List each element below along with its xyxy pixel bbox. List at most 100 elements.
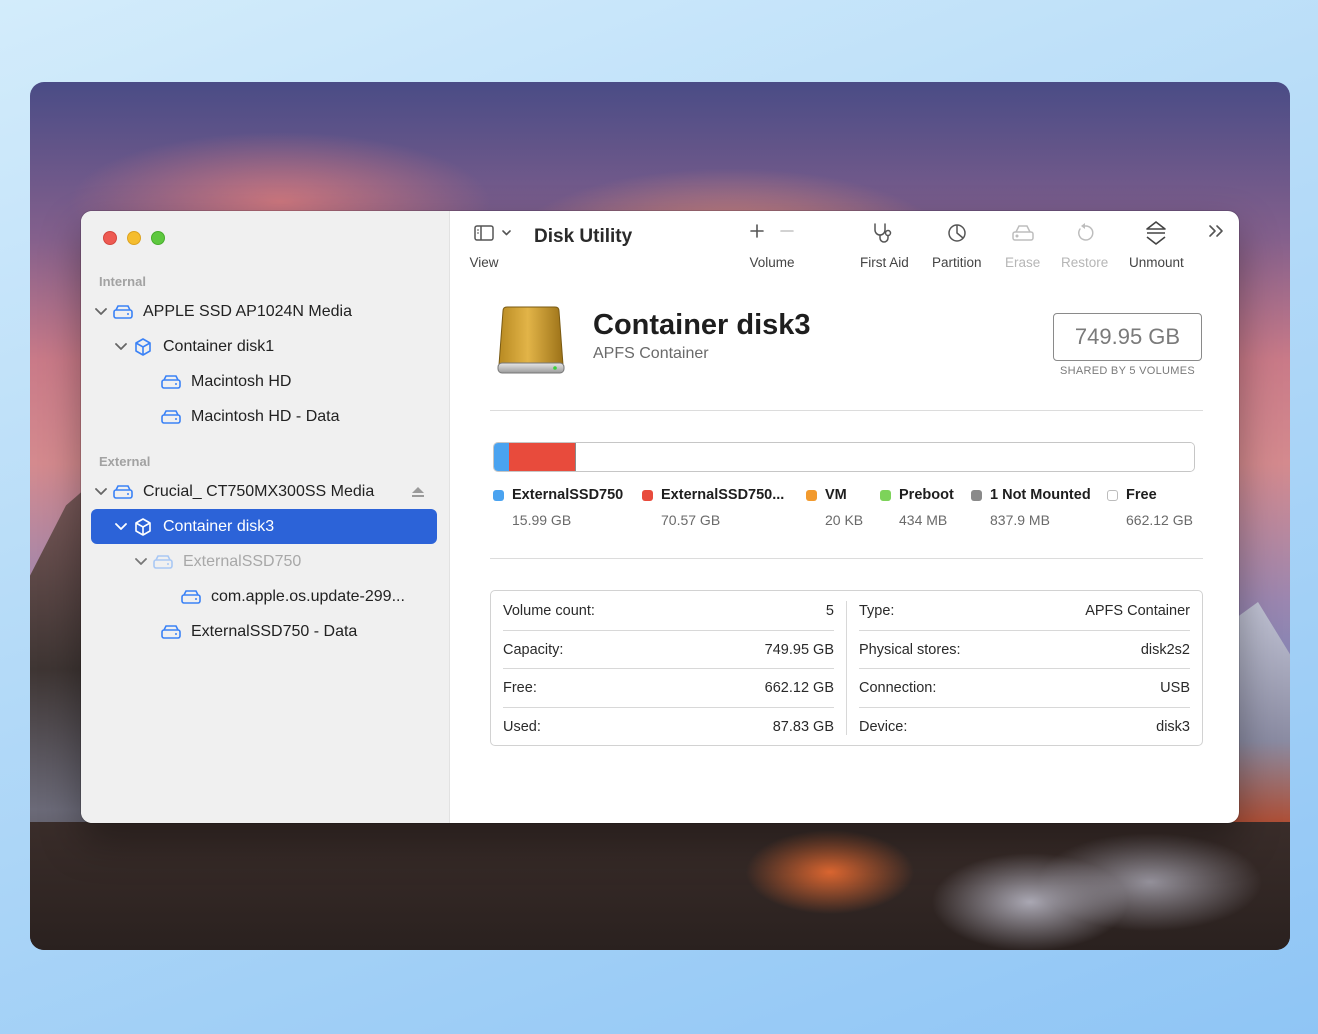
legend-value: 434 MB (899, 512, 948, 528)
add-volume-icon[interactable] (749, 223, 765, 244)
legend-item: ExternalSSD750 15.99 GB (493, 487, 623, 528)
chevron-down-icon[interactable] (131, 557, 151, 566)
container-icon (131, 337, 155, 357)
legend-item: Preboot 434 MB (880, 487, 954, 528)
sidebar-item-snapshot[interactable]: com.apple.os.update-299... (91, 579, 437, 614)
first-aid-button[interactable]: First Aid (860, 221, 909, 270)
info-label: Volume count: (503, 603, 595, 619)
sidebar-item-apple-ssd[interactable]: APPLE SSD AP1024N Media (91, 294, 437, 329)
info-row-connection: Connection: USB (859, 669, 1190, 707)
drive-icon (111, 482, 135, 502)
more-toolbar-items-icon[interactable] (1207, 223, 1225, 244)
legend-item: Free 662.12 GB (1107, 487, 1193, 528)
legend-swatch (1107, 489, 1118, 501)
info-label: Used: (503, 719, 541, 735)
usage-segment (576, 443, 1194, 471)
legend-swatch (971, 489, 982, 501)
sidebar: Internal APPLE SSD AP1024N Media Contain… (81, 211, 450, 823)
sidebar-item-label: Macintosh HD - Data (191, 407, 340, 425)
sidebar-item-externalssd750-data[interactable]: ExternalSSD750 - Data (91, 614, 437, 649)
eject-icon[interactable] (411, 485, 425, 503)
info-row-free: Free: 662.12 GB (503, 669, 834, 707)
legend-item: ExternalSSD750... 70.57 GB (642, 487, 784, 528)
sidebar-item-macintosh-hd[interactable]: Macintosh HD (91, 364, 437, 399)
section-label-external: External (99, 454, 151, 469)
usage-segment (494, 443, 509, 471)
info-row-capacity: Capacity: 749.95 GB (503, 631, 834, 669)
wallpaper-mountain-bottom (30, 822, 1290, 950)
legend-item: VM 20 KB (806, 487, 863, 528)
legend-name: ExternalSSD750 (512, 487, 624, 503)
info-label: Device: (859, 719, 908, 735)
unmount-label: Unmount (1129, 255, 1184, 270)
sidebar-item-externalssd750[interactable]: ExternalSSD750 (91, 544, 437, 579)
info-row-used: Used: 87.83 GB (503, 708, 834, 746)
sidebar-item-container-disk1[interactable]: Container disk1 (91, 329, 437, 364)
sidebar-item-container-disk3[interactable]: Container disk3 (91, 509, 437, 544)
drive-icon (179, 587, 203, 607)
capacity-box: 749.95 GB (1053, 313, 1202, 361)
info-label: Physical stores: (859, 642, 961, 658)
drive-icon (151, 552, 175, 572)
info-label: Connection: (859, 680, 937, 696)
drive-icon (159, 622, 183, 642)
external-disk-icon (493, 303, 569, 384)
legend-value: 662.12 GB (1126, 512, 1193, 528)
view-button[interactable]: View (469, 221, 513, 270)
info-value: disk3 (1156, 719, 1190, 735)
restore-button[interactable]: Restore (1061, 221, 1108, 270)
pie-chart-icon (946, 221, 968, 245)
info-label: Type: (859, 603, 895, 619)
sidebar-item-label: Macintosh HD (191, 372, 292, 390)
info-row-type: Type: APFS Container (859, 592, 1190, 630)
section-label-internal: Internal (99, 274, 146, 289)
zoom-button[interactable] (151, 231, 165, 245)
usage-bar (493, 442, 1195, 472)
shared-note: SHARED BY 5 VOLUMES (1059, 365, 1196, 377)
info-value: USB (1160, 680, 1190, 696)
sidebar-item-label: com.apple.os.update-299... (211, 587, 405, 605)
erase-icon (1011, 221, 1035, 245)
info-value: 87.83 GB (772, 719, 834, 735)
remove-volume-icon[interactable] (779, 223, 795, 244)
erase-button[interactable]: Erase (1005, 221, 1040, 270)
legend-value: 70.57 GB (661, 512, 721, 528)
legend-swatch (806, 489, 817, 501)
close-button[interactable] (103, 231, 117, 245)
sidebar-item-crucial-ssd[interactable]: Crucial_ CT750MX300SS Media (91, 474, 437, 509)
stethoscope-icon (872, 221, 896, 245)
restore-label: Restore (1061, 255, 1109, 270)
legend-name: Preboot (899, 487, 954, 503)
chevron-down-icon[interactable] (111, 522, 131, 531)
volume-button-group: Volume (749, 221, 795, 270)
legend-value: 15.99 GB (512, 512, 572, 528)
chevron-down-icon[interactable] (111, 342, 131, 351)
sidebar-toggle-icon (473, 221, 513, 245)
disk-utility-window: Internal APPLE SSD AP1024N Media Contain… (81, 211, 1239, 823)
app-title: Disk Utility (534, 226, 633, 247)
divider (490, 558, 1203, 559)
sidebar-item-label: Container disk3 (163, 517, 275, 535)
legend-name: VM (825, 487, 847, 503)
first-aid-label: First Aid (860, 255, 909, 270)
partition-button[interactable]: Partition (932, 221, 982, 270)
drive-icon (111, 302, 135, 322)
drive-icon (159, 407, 183, 427)
chevron-down-icon[interactable] (91, 487, 111, 496)
drive-icon (159, 372, 183, 392)
legend-header: 1 Not Mounted (971, 487, 1091, 503)
sidebar-item-label: Crucial_ CT750MX300SS Media (143, 482, 375, 500)
window-controls (103, 231, 165, 245)
sidebar-item-macintosh-hd-data[interactable]: Macintosh HD - Data (91, 399, 437, 434)
disk-title: Container disk3 (593, 309, 811, 341)
info-row-physical-stores: Physical stores: disk2s2 (859, 631, 1190, 669)
legend-name: ExternalSSD750... (661, 487, 785, 503)
legend-name: 1 Not Mounted (990, 487, 1091, 503)
sidebar-item-label: Container disk1 (163, 337, 275, 355)
minimize-button[interactable] (127, 231, 141, 245)
detail-pane: Container disk3 APFS Container 749.95 GB… (451, 275, 1239, 823)
info-value: 5 (825, 603, 834, 619)
unmount-button[interactable]: Unmount (1129, 221, 1184, 270)
info-table: Volume count: 5 Capacity: 749.95 GB Free… (490, 590, 1203, 746)
chevron-down-icon[interactable] (91, 307, 111, 316)
